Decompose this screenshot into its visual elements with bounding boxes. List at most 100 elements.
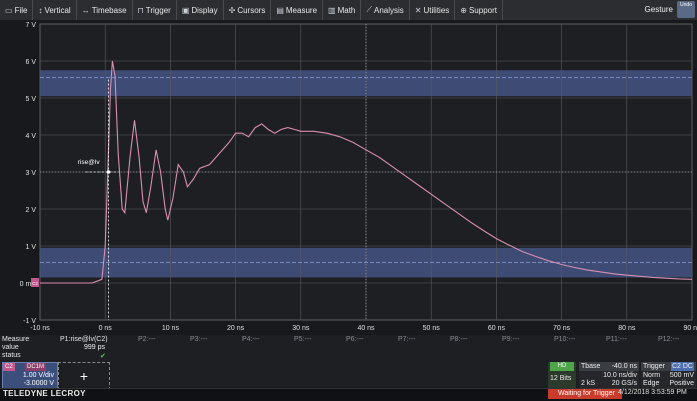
channel-offset: -3.0000 V bbox=[23, 380, 54, 387]
x-tick-label: 50 ns bbox=[423, 325, 441, 332]
acquisition-box[interactable]: HD 12 Bits bbox=[548, 362, 576, 388]
trigger-level: 500 mV bbox=[669, 372, 694, 379]
add-trace-button[interactable]: + bbox=[58, 362, 110, 390]
menu-label: Math bbox=[337, 5, 356, 15]
utilities-icon: ✕ bbox=[414, 5, 422, 15]
measure-p1-value: 999 ps bbox=[84, 344, 106, 351]
menu-file[interactable]: ▭ File bbox=[0, 0, 34, 20]
measure-slot[interactable]: P6:--- bbox=[346, 336, 364, 343]
channel-scale: 1.00 V/div bbox=[22, 372, 54, 379]
measure-slot[interactable]: P12:--- bbox=[658, 336, 679, 343]
x-tick-label: 30 ns bbox=[292, 325, 310, 332]
trigger-tags: C2 DC bbox=[670, 362, 694, 371]
date-time: 4/12/2018 3:53:59 PM bbox=[618, 389, 687, 396]
measure-value-label: value bbox=[2, 344, 19, 351]
menu-trigger[interactable]: ⊓ Trigger bbox=[133, 0, 177, 20]
measure-slot[interactable]: P8:--- bbox=[450, 336, 468, 343]
measure-slot[interactable]: P11:--- bbox=[606, 336, 627, 343]
math-icon: ▥ bbox=[328, 5, 336, 15]
x-tick-label: -10 ns bbox=[30, 325, 50, 332]
menu-timebase[interactable]: ↔ Timebase bbox=[77, 0, 133, 20]
menu-label: Analysis bbox=[373, 5, 404, 15]
menu-label: Trigger bbox=[145, 5, 171, 15]
timebase-descriptor[interactable]: Tbase -40.0 ns 10.0 ns/div 2 kS 20 GS/s bbox=[579, 362, 639, 388]
trigger-status: Waiting for Trigger bbox=[548, 389, 622, 399]
trigger-mode: Norm bbox=[643, 372, 661, 379]
timebase-div: 10.0 ns/div bbox=[603, 372, 637, 379]
measure-icon: ▤ bbox=[276, 5, 284, 15]
x-tick-label: 0 ns bbox=[99, 325, 113, 332]
trigger-slope: Positive bbox=[669, 380, 694, 387]
timebase-samples: 2 kS bbox=[581, 380, 596, 387]
menu-analysis[interactable]: ⟋ Analysis bbox=[361, 0, 410, 20]
file-icon: ▭ bbox=[5, 5, 13, 15]
coupling-tag: DC1M bbox=[25, 363, 47, 371]
menu-label: Measure bbox=[285, 5, 318, 15]
measure-status-label: status bbox=[2, 352, 21, 359]
measure-slot[interactable]: P7:--- bbox=[398, 336, 416, 343]
measure-slot[interactable]: P10:--- bbox=[554, 336, 575, 343]
measure-slot[interactable]: P9:--- bbox=[502, 336, 520, 343]
menu-label: Timebase bbox=[91, 5, 127, 15]
x-tick-label: 70 ns bbox=[553, 325, 571, 332]
menu-cursors[interactable]: ✣ Cursors bbox=[224, 0, 272, 20]
gesture-label[interactable]: Gesture bbox=[645, 5, 673, 14]
y-tick-label: 3 V bbox=[25, 170, 36, 177]
rise-marker-dot bbox=[106, 170, 111, 174]
menu-label: Utilities bbox=[423, 5, 450, 15]
measure-slot[interactable]: P5:--- bbox=[294, 336, 312, 343]
hd-badge: HD bbox=[550, 362, 574, 371]
y-tick-label: 5 V bbox=[25, 96, 36, 103]
menu-vertical[interactable]: ↕ Vertical bbox=[33, 0, 77, 20]
cursors-icon: ✣ bbox=[228, 5, 236, 15]
waveform-plot[interactable]: 7 V6 V5 V4 V3 V2 V1 V0 mV-1 V-10 ns 0 ns 1… bbox=[0, 20, 697, 335]
menu-support[interactable]: ⊕ Support bbox=[455, 0, 503, 20]
measure-p1-label[interactable]: P1:rise@lv(C2) bbox=[60, 336, 108, 343]
timebase-delay: -40.0 ns bbox=[611, 363, 637, 370]
measure-p1-status: ✔ bbox=[100, 353, 106, 360]
trigger-type: Edge bbox=[643, 380, 660, 387]
menu-utilities[interactable]: ✕ Utilities bbox=[410, 0, 456, 20]
channel-descriptor[interactable]: C2 DC1M 1.00 V/div -3.0000 V bbox=[2, 362, 58, 390]
trigger-descriptor[interactable]: Trigger C2 DC Norm 500 mV Edge Positive bbox=[641, 362, 696, 388]
menu-measure[interactable]: ▤ Measure bbox=[271, 0, 324, 20]
y-tick-label: 6 V bbox=[25, 59, 36, 66]
ground-marker-label: C2 bbox=[32, 281, 38, 286]
timebase-icon: ↔ bbox=[81, 5, 90, 15]
y-tick-label: 1 V bbox=[25, 244, 36, 251]
timebase-label: Tbase bbox=[581, 363, 601, 370]
menu-label: Display bbox=[191, 5, 218, 15]
y-tick-label: -1 V bbox=[23, 318, 36, 325]
menu-label: Support bbox=[468, 5, 497, 15]
x-tick-label: 20 ns bbox=[227, 325, 245, 332]
trigger-label: Trigger bbox=[643, 363, 665, 370]
x-tick-label: 60 ns bbox=[488, 325, 506, 332]
channel-tag: C2 bbox=[3, 363, 15, 371]
measure-slot[interactable]: P3:--- bbox=[190, 336, 208, 343]
x-tick-label: 80 ns bbox=[618, 325, 636, 332]
rise-marker-label: rise@lv bbox=[78, 159, 101, 166]
analysis-icon: ⟋ bbox=[366, 5, 372, 14]
vertical-icon: ↕ bbox=[38, 5, 43, 15]
support-icon: ⊕ bbox=[460, 5, 467, 15]
menu-label: Vertical bbox=[44, 5, 71, 15]
undo-button[interactable]: Undo bbox=[677, 1, 695, 18]
bits-label: 12 Bits bbox=[550, 375, 572, 382]
menu-label: File bbox=[14, 5, 28, 15]
menu-display[interactable]: ▣ Display bbox=[177, 0, 224, 20]
y-tick-label: 7 V bbox=[25, 22, 36, 29]
menu-label: Cursors bbox=[237, 5, 266, 15]
x-tick-label: 40 ns bbox=[357, 325, 375, 332]
brand-logo: TELEDYNE LECROY bbox=[3, 389, 86, 398]
measure-slot[interactable]: P4:--- bbox=[242, 336, 260, 343]
menu-math[interactable]: ▥ Math bbox=[323, 0, 362, 20]
timebase-rate: 20 GS/s bbox=[611, 380, 637, 387]
y-tick-label: 2 V bbox=[25, 207, 36, 214]
trigger-icon: ⊓ bbox=[137, 5, 144, 15]
measure-slot[interactable]: P2:--- bbox=[138, 336, 156, 343]
measure-header[interactable]: Measure bbox=[2, 336, 29, 343]
display-icon: ▣ bbox=[181, 5, 190, 15]
y-tick-label: 4 V bbox=[25, 133, 36, 140]
x-tick-label: 10 ns bbox=[162, 325, 180, 332]
menu-bar: ▭ File ↕ Vertical ↔ Timebase ⊓ Trigger ▣ Display ✣… bbox=[0, 0, 697, 21]
